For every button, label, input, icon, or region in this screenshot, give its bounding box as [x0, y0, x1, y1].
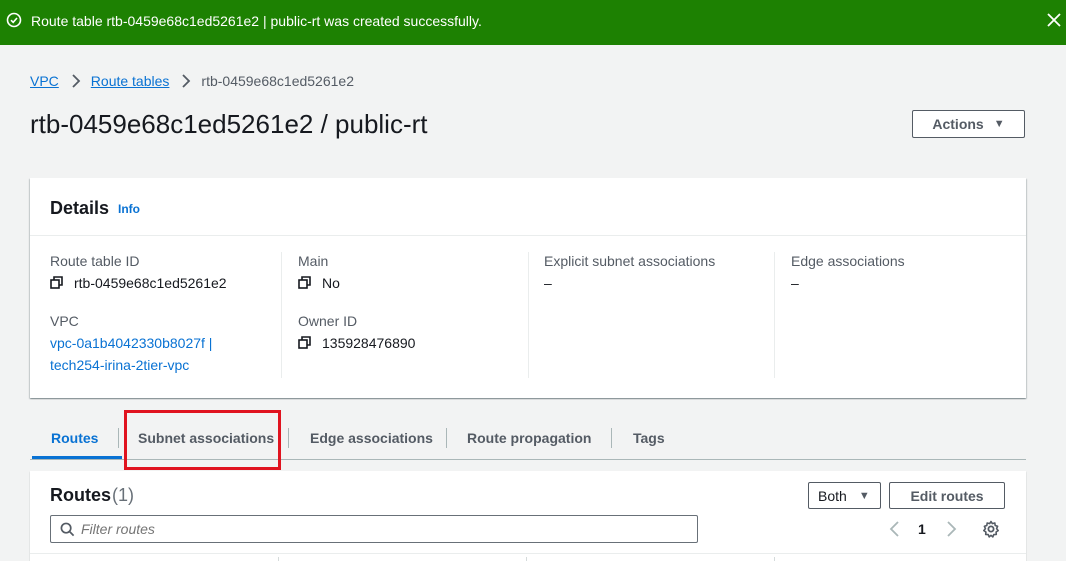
vpc-link-line2[interactable]: tech254-irina-2tier-vpc [50, 354, 280, 376]
check-circle-icon [6, 12, 22, 28]
main-value-row: No [298, 274, 528, 292]
chevron-right-icon[interactable] [944, 519, 958, 539]
tab-routes[interactable]: Routes [51, 418, 98, 458]
search-icon [60, 522, 75, 536]
route-table-id-value: rtb-0459e68c1ed5261e2 [74, 275, 227, 291]
vpc-label: VPC [50, 313, 79, 329]
edge-associations-value: – [791, 275, 799, 291]
owner-id-value: 135928476890 [322, 335, 416, 351]
tab-subnet-associations[interactable]: Subnet associations [138, 418, 274, 458]
copy-icon[interactable] [298, 276, 312, 290]
success-flash-banner: Route table rtb-0459e68c1ed5261e2 | publ… [0, 0, 1066, 45]
info-link[interactable]: Info [118, 202, 140, 216]
tab-separator [118, 428, 119, 448]
chevron-right-icon [182, 74, 191, 88]
tabs-bar: Routes Subnet associations Edge associat… [30, 418, 1026, 460]
main-label: Main [298, 253, 329, 269]
actions-button-label: Actions [932, 116, 984, 132]
tab-tags[interactable]: Tags [633, 418, 665, 458]
actions-button[interactable]: Actions ▼ [912, 110, 1025, 138]
main-value: No [322, 275, 340, 291]
explicit-subnet-associations-value: – [544, 275, 552, 291]
close-icon[interactable] [1044, 10, 1064, 30]
copy-icon[interactable] [298, 336, 312, 350]
details-panel: Details Info Route table ID rtb-0459e68c… [30, 178, 1026, 398]
column-divider [774, 252, 775, 378]
details-header: Details Info [30, 178, 1026, 236]
table-column-divider [278, 557, 279, 561]
breadcrumb-current: rtb-0459e68c1ed5261e2 [201, 73, 354, 89]
flash-message: Route table rtb-0459e68c1ed5261e2 | publ… [31, 13, 482, 29]
filter-routes-input[interactable] [81, 521, 661, 537]
details-column-3: Explicit subnet associations – [544, 252, 774, 378]
vpc-link-line1[interactable]: vpc-0a1b4042330b8027f | [50, 332, 280, 354]
breadcrumb-route-tables-link[interactable]: Route tables [91, 73, 170, 89]
explicit-subnet-associations-label: Explicit subnet associations [544, 253, 716, 269]
table-column-divider [526, 557, 527, 561]
owner-id-label: Owner ID [298, 313, 358, 329]
owner-id-value-row: 135928476890 [298, 334, 528, 352]
tab-separator [446, 428, 447, 448]
caret-down-icon: ▼ [993, 118, 1005, 130]
breadcrumb: VPC Route tables rtb-0459e68c1ed5261e2 [30, 72, 354, 90]
details-column-1: Route table ID rtb-0459e68c1ed5261e2 VPC… [50, 252, 280, 378]
details-column-2: Main No Owner ID 135928476890 [298, 252, 528, 378]
caret-down-icon: ▼ [858, 489, 870, 502]
gear-icon[interactable] [982, 520, 1000, 538]
details-column-4: Edge associations – [791, 252, 1011, 378]
breadcrumb-vpc-link[interactable]: VPC [30, 73, 59, 89]
filter-routes-box[interactable] [50, 515, 698, 543]
routes-title: Routes [50, 485, 112, 505]
edge-associations-label: Edge associations [791, 253, 905, 269]
tab-edge-associations[interactable]: Edge associations [310, 418, 433, 458]
table-column-divider [774, 557, 775, 561]
routes-count: (1) [112, 485, 134, 505]
route-table-id-label: Route table ID [50, 253, 140, 269]
pagination-page-1[interactable]: 1 [918, 521, 926, 537]
copy-icon[interactable] [50, 276, 64, 290]
details-title: Details [50, 198, 110, 218]
vpc-link[interactable]: vpc-0a1b4042330b8027f | tech254-irina-2t… [50, 332, 280, 376]
chevron-right-icon [72, 74, 81, 88]
tab-separator [288, 428, 289, 448]
route-filter-select[interactable]: Both ▼ [808, 482, 881, 509]
route-table-id-value-row: rtb-0459e68c1ed5261e2 [50, 274, 280, 292]
routes-panel: Routes (1) Both ▼ Edit routes 1 [30, 471, 1026, 561]
chevron-left-icon[interactable] [888, 519, 902, 539]
route-filter-select-value: Both [818, 487, 847, 504]
tab-route-propagation[interactable]: Route propagation [467, 418, 591, 458]
table-header-divider [30, 553, 1026, 554]
tab-separator [611, 428, 612, 448]
page-title: rtb-0459e68c1ed5261e2 / public-rt [30, 109, 428, 139]
edit-routes-button[interactable]: Edit routes [889, 482, 1005, 509]
column-divider [528, 252, 529, 378]
active-tab-indicator [32, 456, 122, 459]
column-divider [281, 252, 282, 378]
